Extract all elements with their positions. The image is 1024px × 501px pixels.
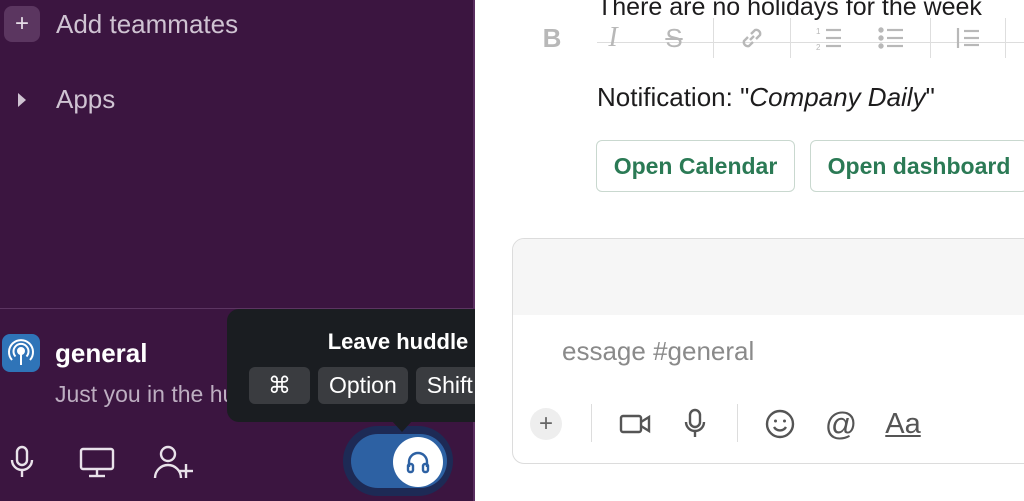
toolbar-separator (930, 18, 931, 58)
composer-separator (737, 404, 738, 442)
add-teammates-item[interactable]: + Add teammates (0, 6, 238, 42)
message-input[interactable]: essage #general (562, 336, 754, 367)
italic-icon[interactable]: I (600, 20, 626, 56)
huddle-channel-name[interactable]: general (55, 338, 148, 369)
mention-icon[interactable]: @ (823, 402, 859, 446)
bulleted-list-icon[interactable] (876, 20, 906, 56)
formatting-icon[interactable]: Aa (882, 402, 924, 446)
notification-text: Notification: "Company Daily" (597, 82, 935, 113)
toolbar-separator (713, 18, 714, 58)
microphone-icon[interactable] (2, 442, 42, 482)
open-dashboard-button[interactable]: Open dashboard (810, 140, 1024, 192)
apps-item[interactable]: Apps (0, 84, 115, 115)
bold-icon[interactable]: B (538, 20, 566, 56)
composer-separator (591, 404, 592, 442)
screen-share-icon[interactable] (78, 442, 116, 482)
notification-prefix: Notification: " (597, 82, 750, 112)
toolbar-separator (1005, 18, 1006, 58)
toolbar-separator (790, 18, 791, 58)
microphone-icon[interactable] (680, 402, 710, 446)
blockquote-icon[interactable] (954, 20, 982, 56)
svg-text:1: 1 (816, 27, 821, 36)
tooltip-arrow (391, 420, 413, 432)
add-teammates-label: Add teammates (56, 8, 239, 39)
strikethrough-icon[interactable]: S (660, 20, 688, 56)
huddle-broadcast-icon (2, 334, 40, 372)
key-shift: Shift (415, 367, 484, 404)
key-command: ⌘ (249, 367, 310, 404)
apps-label: Apps (56, 84, 116, 114)
notification-name: Company Daily (749, 82, 926, 112)
formatting-toolbar (513, 239, 1024, 315)
emoji-icon[interactable] (762, 402, 798, 446)
key-option: Option (318, 367, 408, 404)
notification-suffix: " (925, 82, 935, 112)
open-calendar-button[interactable]: Open Calendar (596, 140, 795, 192)
video-icon[interactable] (618, 402, 652, 446)
headphones-icon[interactable] (393, 437, 443, 487)
ordered-list-icon[interactable]: 1 2 (814, 20, 844, 56)
svg-text:2: 2 (816, 43, 821, 51)
caret-right-icon (4, 92, 40, 108)
add-person-icon[interactable] (152, 442, 196, 482)
huddle-status-text: Just you in the huddle (55, 381, 230, 407)
plus-icon: + (4, 6, 40, 42)
link-icon[interactable] (737, 20, 767, 56)
plus-icon[interactable]: + (530, 408, 562, 440)
